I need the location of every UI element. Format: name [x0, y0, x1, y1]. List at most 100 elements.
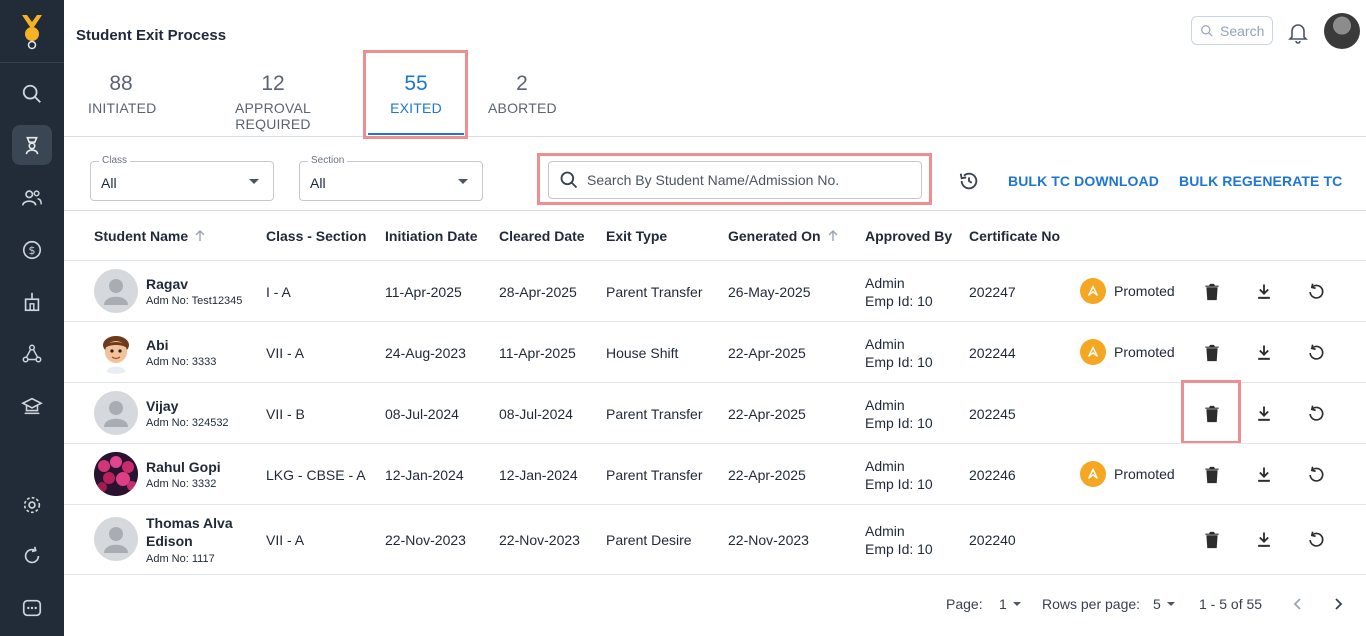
initiation-date-cell: 08-Jul-2024 — [385, 406, 459, 422]
page-select[interactable]: 1 — [999, 596, 1021, 612]
table-row[interactable]: Thomas Alva Edison Adm No: 1117 VII - A … — [64, 504, 1366, 574]
rows-per-page-select[interactable]: 5 — [1153, 596, 1175, 612]
tab-count: 88 — [109, 72, 133, 95]
sidebar-more-icon[interactable] — [12, 588, 52, 628]
sidebar-search-icon[interactable] — [12, 74, 52, 114]
approved-by-cell: Admin Emp Id: 10 — [865, 522, 933, 558]
column-header-certificate-no[interactable]: Certificate No — [969, 228, 1060, 244]
tab-approval-required[interactable]: 12 APPROVAL REQUIRED — [200, 72, 346, 132]
tab-count: 2 — [516, 72, 528, 95]
certificate-no-cell: 202244 — [969, 345, 1016, 361]
sort-arrow-up-icon[interactable] — [194, 230, 206, 242]
tab-aborted[interactable]: 2 ABORTED — [488, 72, 557, 116]
exit-type-cell: House Shift — [606, 345, 679, 361]
bulk-regenerate-tc-button[interactable]: BULK REGENERATE TC — [1179, 173, 1342, 189]
download-icon[interactable] — [1253, 529, 1275, 551]
admission-no: Adm No: Test12345 — [146, 295, 243, 307]
promoted-label: Promoted — [1114, 466, 1175, 482]
regenerate-icon[interactable] — [1305, 529, 1327, 551]
delete-icon[interactable] — [1201, 342, 1223, 364]
regenerate-icon[interactable] — [1305, 342, 1327, 364]
promoted-label: Promoted — [1114, 283, 1175, 299]
delete-icon[interactable] — [1201, 464, 1223, 486]
column-header-exit-type[interactable]: Exit Type — [606, 228, 667, 244]
promoted-badge: Promoted — [1080, 278, 1175, 304]
download-icon[interactable] — [1253, 403, 1275, 425]
sidebar-graduation-icon[interactable] — [12, 386, 52, 426]
sidebar-network-icon[interactable] — [12, 334, 52, 374]
global-search[interactable]: Search — [1191, 16, 1273, 45]
approver-emp-id: Emp Id: 10 — [865, 541, 933, 557]
approver-emp-id: Emp Id: 10 — [865, 415, 933, 431]
student-name: Vijay — [146, 398, 179, 414]
class-select[interactable]: Class All — [90, 155, 274, 201]
app-logo-icon[interactable] — [17, 12, 47, 52]
approver-emp-id: Emp Id: 10 — [865, 354, 933, 370]
table-row[interactable]: Vijay Adm No: 324532 VII - B 08-Jul-2024… — [64, 382, 1366, 443]
column-header-label: Class - Section — [266, 228, 367, 244]
table-row[interactable]: Rahul Gopi Adm No: 3332 LKG - CBSE - A 1… — [64, 443, 1366, 504]
delete-icon[interactable] — [1201, 529, 1223, 551]
approved-by-cell: Admin Emp Id: 10 — [865, 335, 933, 371]
admission-no: Adm No: 3333 — [146, 356, 217, 368]
download-icon[interactable] — [1253, 281, 1275, 303]
cleared-date-cell: 12-Jan-2024 — [499, 467, 578, 483]
student-avatar-placeholder — [94, 517, 138, 561]
student-name: Rahul Gopi — [146, 459, 221, 475]
column-header-label: Certificate No — [969, 228, 1061, 244]
notification-bell-icon[interactable] — [1286, 20, 1310, 44]
sort-arrow-up-icon[interactable] — [827, 230, 839, 242]
class-select-label: Class — [99, 155, 131, 166]
sidebar-fees-icon[interactable]: $ — [12, 230, 52, 270]
main-content: Student Exit Process Search 88 INITIATED… — [64, 0, 1366, 636]
promoted-icon — [1080, 278, 1106, 304]
generated-on-cell: 22-Apr-2025 — [728, 467, 806, 483]
regenerate-icon[interactable] — [1305, 464, 1327, 486]
class-section-cell: LKG - CBSE - A — [266, 467, 366, 483]
prev-page-icon[interactable] — [1290, 596, 1306, 612]
class-select-value: All — [101, 175, 117, 191]
column-header-label: Approved By — [865, 228, 953, 244]
tab-label: ABORTED — [488, 100, 557, 116]
regenerate-icon[interactable] — [1305, 403, 1327, 425]
sidebar-settings-icon[interactable] — [12, 485, 52, 525]
next-page-icon[interactable] — [1330, 596, 1346, 612]
download-icon[interactable] — [1253, 464, 1275, 486]
column-header-generated-on[interactable]: Generated On — [728, 228, 839, 244]
chevron-down-icon — [1012, 602, 1021, 606]
tab-initiated[interactable]: 88 INITIATED — [88, 72, 156, 116]
column-header-student-name[interactable]: Student Name — [94, 228, 206, 244]
column-header-initiation-date[interactable]: Initiation Date — [385, 228, 478, 244]
page-select-value: 1 — [999, 596, 1007, 612]
table-row[interactable]: Ragav Adm No: Test12345 I - A 11-Apr-202… — [64, 260, 1366, 321]
column-header-approved-by[interactable]: Approved By — [865, 228, 952, 244]
history-icon[interactable] — [958, 170, 980, 192]
section-select[interactable]: Section All — [299, 155, 483, 201]
exit-type-cell: Parent Transfer — [606, 284, 703, 300]
regenerate-icon[interactable] — [1305, 281, 1327, 303]
approver-emp-id: Emp Id: 10 — [865, 476, 933, 492]
promoted-icon — [1080, 461, 1106, 487]
column-header-label: Exit Type — [606, 228, 668, 244]
student-avatar-photo — [94, 452, 138, 496]
generated-on-cell: 22-Nov-2023 — [728, 532, 809, 548]
sidebar-building-icon[interactable] — [12, 282, 52, 322]
student-avatar-placeholder — [94, 269, 138, 313]
chevron-down-icon — [458, 179, 468, 184]
download-icon[interactable] — [1253, 342, 1275, 364]
cleared-date-cell: 11-Apr-2025 — [499, 345, 576, 361]
bulk-tc-download-button[interactable]: BULK TC DOWNLOAD — [1008, 173, 1159, 189]
highlight-box — [537, 153, 932, 205]
sidebar-refresh-icon[interactable] — [12, 536, 52, 576]
table-row[interactable]: Abi Adm No: 3333 VII - A 24-Aug-2023 11-… — [64, 321, 1366, 382]
column-header-class-section[interactable]: Class - Section — [266, 228, 366, 244]
promoted-label: Promoted — [1114, 344, 1175, 360]
delete-icon[interactable] — [1201, 281, 1223, 303]
sidebar-people-icon[interactable] — [12, 178, 52, 218]
user-avatar[interactable] — [1324, 13, 1360, 49]
page-title: Student Exit Process — [76, 27, 227, 44]
certificate-no-cell: 202245 — [969, 406, 1016, 422]
student-name: Thomas Alva Edison — [146, 515, 233, 549]
sidebar-student-icon[interactable] — [12, 125, 52, 165]
column-header-cleared-date[interactable]: Cleared Date — [499, 228, 585, 244]
